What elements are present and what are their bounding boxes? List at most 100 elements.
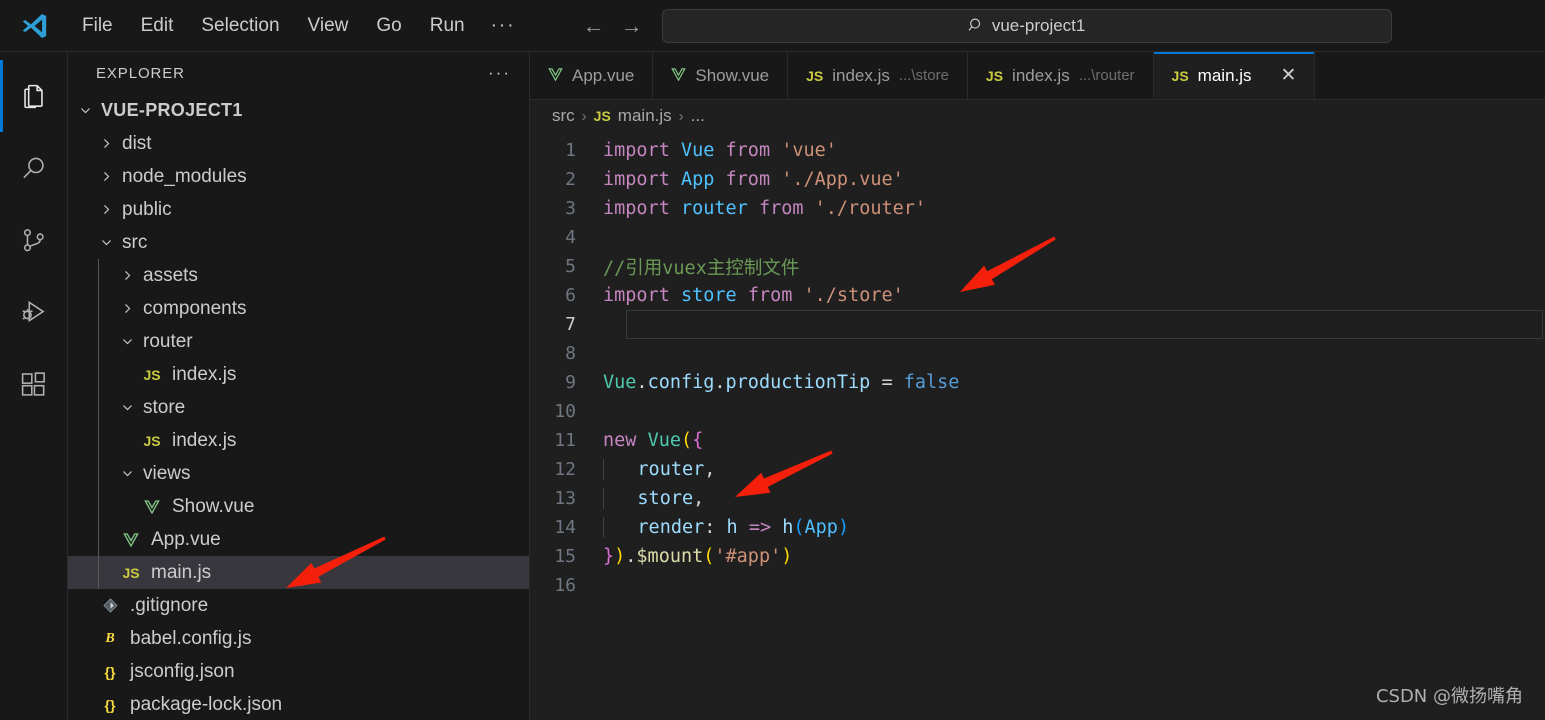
code-token: Vue bbox=[603, 372, 637, 393]
activity-item-run-and-debug[interactable] bbox=[0, 276, 68, 348]
code-line[interactable]: 14 render: h => h(App) bbox=[530, 513, 1545, 542]
editor-tab-app-vue[interactable]: App.vue bbox=[530, 52, 654, 99]
file-tree-row[interactable]: JS index.js bbox=[68, 424, 529, 457]
code-line[interactable]: 8 bbox=[530, 339, 1545, 368]
file-tree-row[interactable]: dist bbox=[68, 127, 529, 160]
code-token: . bbox=[636, 372, 648, 393]
activity-item-explorer[interactable] bbox=[0, 60, 68, 132]
code-line-content: Vue.config.productionTip = false bbox=[598, 372, 959, 393]
code-line-content: //引用vuex主控制文件 bbox=[598, 254, 799, 280]
file-tree-row[interactable]: node_modules bbox=[68, 160, 529, 193]
quick-search-value[interactable]: vue-project1 bbox=[992, 16, 1086, 36]
file-tree-row[interactable]: .gitignore bbox=[68, 589, 529, 622]
code-editor[interactable]: 1 import Vue from 'vue' 2 import App from '… bbox=[530, 132, 1545, 720]
chevron-right-icon bbox=[97, 137, 115, 150]
menu-bar[interactable]: File Edit Selection View Go Run ··· bbox=[68, 11, 528, 41]
editor-tab-show-vue[interactable]: Show.vue bbox=[653, 52, 789, 99]
code-token: import bbox=[603, 285, 681, 306]
menu-item-edit[interactable]: Edit bbox=[127, 11, 188, 41]
breadcrumb-item-src[interactable]: src bbox=[552, 106, 575, 126]
vscode-logo-icon bbox=[0, 11, 68, 41]
code-line[interactable]: 4 bbox=[530, 223, 1545, 252]
menu-item-selection[interactable]: Selection bbox=[187, 11, 293, 41]
breadcrumb-item-symbols[interactable]: ... bbox=[691, 106, 705, 126]
code-token: ) bbox=[614, 546, 626, 567]
code-line[interactable]: 2 import App from './App.vue' bbox=[530, 165, 1545, 194]
activity-item-extensions[interactable] bbox=[0, 348, 68, 420]
file-tree-row[interactable]: public bbox=[68, 193, 529, 226]
code-line[interactable]: 16 bbox=[530, 571, 1545, 600]
editor-tab-label: Show.vue bbox=[695, 65, 770, 85]
code-line-content: new Vue({ bbox=[598, 430, 703, 451]
menu-item-run[interactable]: Run bbox=[416, 11, 479, 41]
quick-search-bar[interactable]: vue-project1 bbox=[661, 8, 1392, 43]
breadcrumb-label: main.js bbox=[617, 106, 672, 125]
file-tree-label: App.vue bbox=[151, 528, 221, 550]
chevron-right-icon bbox=[118, 302, 136, 315]
code-line[interactable]: 1 import Vue from 'vue' bbox=[530, 136, 1545, 165]
breadcrumb[interactable]: src › JS main.js › ... bbox=[530, 100, 1545, 132]
code-line[interactable]: 15}).$mount('#app') bbox=[530, 542, 1545, 571]
code-line[interactable]: 9 Vue.config.productionTip = false bbox=[530, 368, 1545, 397]
chevron-down-icon bbox=[118, 335, 136, 348]
editor-tab-bar[interactable]: App.vue Show.vue JS index.js ...\store JS inde… bbox=[530, 52, 1545, 100]
file-tree[interactable]: VUE-PROJECT1 dist node_modules public src ass… bbox=[68, 94, 529, 720]
code-line[interactable]: 13 store, bbox=[530, 484, 1545, 513]
file-tree-row[interactable]: {} jsconfig.json bbox=[68, 655, 529, 688]
file-tree-row[interactable]: App.vue bbox=[68, 523, 529, 556]
code-line[interactable]: 12 router, bbox=[530, 455, 1545, 484]
code-token: new bbox=[603, 430, 637, 451]
file-tree-row[interactable]: JS index.js bbox=[68, 358, 529, 391]
menu-item-view[interactable]: View bbox=[294, 11, 363, 41]
code-line[interactable]: 3 import router from './router' bbox=[530, 194, 1545, 223]
file-tree-row[interactable]: components bbox=[68, 292, 529, 325]
menu-item-file[interactable]: File bbox=[68, 11, 127, 41]
code-token: h bbox=[782, 517, 794, 538]
line-number: 13 bbox=[554, 488, 576, 509]
file-tree-row[interactable]: {} package-lock.json bbox=[68, 688, 529, 720]
editor-tab-label: index.js bbox=[1012, 65, 1070, 85]
editor-tab-main-js[interactable]: JS main.js ✕ bbox=[1153, 52, 1316, 99]
file-tree-row[interactable]: router bbox=[68, 325, 529, 358]
editor-tab-index-js-router[interactable]: JS index.js ...\router bbox=[967, 52, 1154, 99]
code-line[interactable]: 10 bbox=[530, 397, 1545, 426]
code-line[interactable]: 5 //引用vuex主控制文件 bbox=[530, 252, 1545, 281]
js-file-icon: JS bbox=[143, 432, 161, 449]
file-tree-row[interactable]: assets bbox=[68, 259, 529, 292]
file-tree-row[interactable]: Bbabel.config.js bbox=[68, 622, 529, 655]
menu-overflow-icon[interactable]: ··· bbox=[479, 11, 528, 41]
code-line[interactable]: 7 bbox=[530, 310, 1545, 339]
file-tree-row-selected[interactable]: JS main.js bbox=[68, 556, 529, 589]
files-icon bbox=[19, 82, 48, 111]
code-token: : bbox=[704, 517, 716, 538]
breadcrumb-separator-icon: › bbox=[581, 107, 587, 125]
activity-item-source-control[interactable] bbox=[0, 204, 68, 276]
forward-arrow-icon[interactable]: → bbox=[621, 14, 643, 37]
code-line[interactable]: 11 new Vue({ bbox=[530, 426, 1545, 455]
code-token: false bbox=[903, 372, 960, 393]
editor-tab-index-js-store[interactable]: JS index.js ...\store bbox=[788, 52, 968, 99]
code-token: from bbox=[758, 198, 804, 219]
close-icon[interactable]: ✕ bbox=[1281, 64, 1297, 87]
run-debug-icon bbox=[19, 298, 48, 327]
code-line[interactable]: 6 import store from './store' bbox=[530, 281, 1545, 310]
file-tree-row[interactable]: Show.vue bbox=[68, 490, 529, 523]
file-tree-row[interactable]: store bbox=[68, 391, 529, 424]
file-tree-row[interactable]: VUE-PROJECT1 bbox=[68, 94, 529, 127]
code-token: store bbox=[680, 285, 737, 306]
back-arrow-icon[interactable]: ← bbox=[583, 14, 605, 37]
json-file-icon: {} bbox=[104, 663, 116, 680]
explorer-more-actions-icon[interactable]: ··· bbox=[488, 63, 511, 83]
file-tree-row[interactable]: views bbox=[68, 457, 529, 490]
activity-item-search[interactable] bbox=[0, 132, 68, 204]
file-tree-row[interactable]: src bbox=[68, 226, 529, 259]
file-tree-label: index.js bbox=[172, 363, 237, 385]
menu-item-go[interactable]: Go bbox=[362, 11, 415, 41]
breadcrumb-item-mainjs[interactable]: JS main.js bbox=[594, 106, 672, 126]
